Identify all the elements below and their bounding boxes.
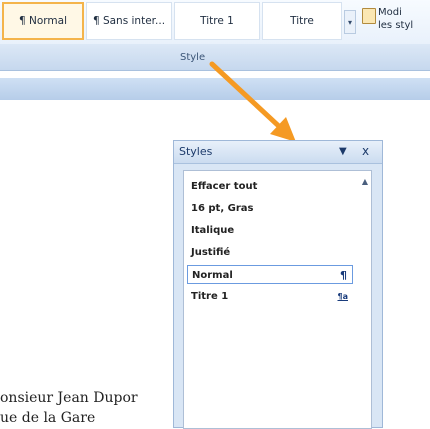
style-tile-label: ¶ Sans inter... [92, 15, 166, 27]
chevron-down-icon: ▾ [347, 17, 352, 27]
style-item-titre-1[interactable]: Titre 1 ¶a [187, 287, 353, 306]
list-item-label: Normal [192, 270, 233, 281]
ribbon-group-bar [0, 44, 430, 71]
style-item-effacer-tout[interactable]: Effacer tout [187, 177, 353, 196]
modify-label-line2: les styl [378, 20, 414, 31]
linked-style-icon: ¶a [337, 292, 349, 301]
style-tile-normal[interactable]: ¶ Normal [2, 2, 84, 40]
gallery-more-button[interactable]: ▾ [344, 10, 356, 34]
list-item-label: Effacer tout [191, 181, 258, 192]
modify-styles-icon [362, 8, 376, 24]
list-item-label: 16 pt, Gras [191, 203, 254, 214]
styles-pane-header: Styles ▼ x [174, 141, 382, 164]
group-label-style: Style [180, 52, 206, 63]
document-text-line: onsieur Jean Dupor [0, 390, 138, 406]
style-item-italique[interactable]: Italique [187, 221, 353, 240]
scroll-up-icon[interactable]: ▲ [362, 177, 368, 186]
style-tile-label: Titre 1 [200, 15, 234, 27]
style-item-16pt-gras[interactable]: 16 pt, Gras [187, 199, 353, 218]
list-item-label: Italique [191, 225, 235, 236]
document-text-line: ue de la Gare [0, 410, 96, 426]
styles-pane: Styles ▼ x ▲ Effacer tout 16 pt, Gras It… [173, 140, 383, 429]
close-icon[interactable]: x [362, 144, 369, 158]
style-tile-sans-interligne[interactable]: ¶ Sans inter... [86, 2, 172, 40]
ribbon: ¶ Normal ¶ Sans inter... Titre 1 Titre ▾… [0, 0, 430, 78]
paragraph-mark-icon: ¶ [340, 269, 347, 282]
style-tile-titre-1[interactable]: Titre 1 [174, 2, 260, 40]
ribbon-lower-bar [0, 78, 430, 100]
pane-dropdown-icon[interactable]: ▼ [339, 146, 347, 157]
styles-pane-title: Styles [179, 145, 213, 158]
style-tile-label: ¶ Normal [18, 15, 67, 27]
list-item-label: Justifié [191, 247, 231, 258]
modify-styles-label: Modi les styl [378, 6, 413, 32]
style-item-normal[interactable]: Normal ¶ [187, 265, 353, 284]
modify-label-line1: Modi [378, 7, 402, 18]
styles-list: ▲ Effacer tout 16 pt, Gras Italique Just… [183, 170, 372, 429]
modify-styles-button[interactable]: Modi les styl [362, 4, 430, 40]
style-tile-titre[interactable]: Titre [262, 2, 342, 40]
list-item-label: Titre 1 [191, 291, 229, 302]
style-item-justifie[interactable]: Justifié [187, 243, 353, 262]
style-tile-label: Titre [290, 15, 314, 27]
styles-gallery: ¶ Normal ¶ Sans inter... Titre 1 Titre ▾… [0, 0, 430, 45]
